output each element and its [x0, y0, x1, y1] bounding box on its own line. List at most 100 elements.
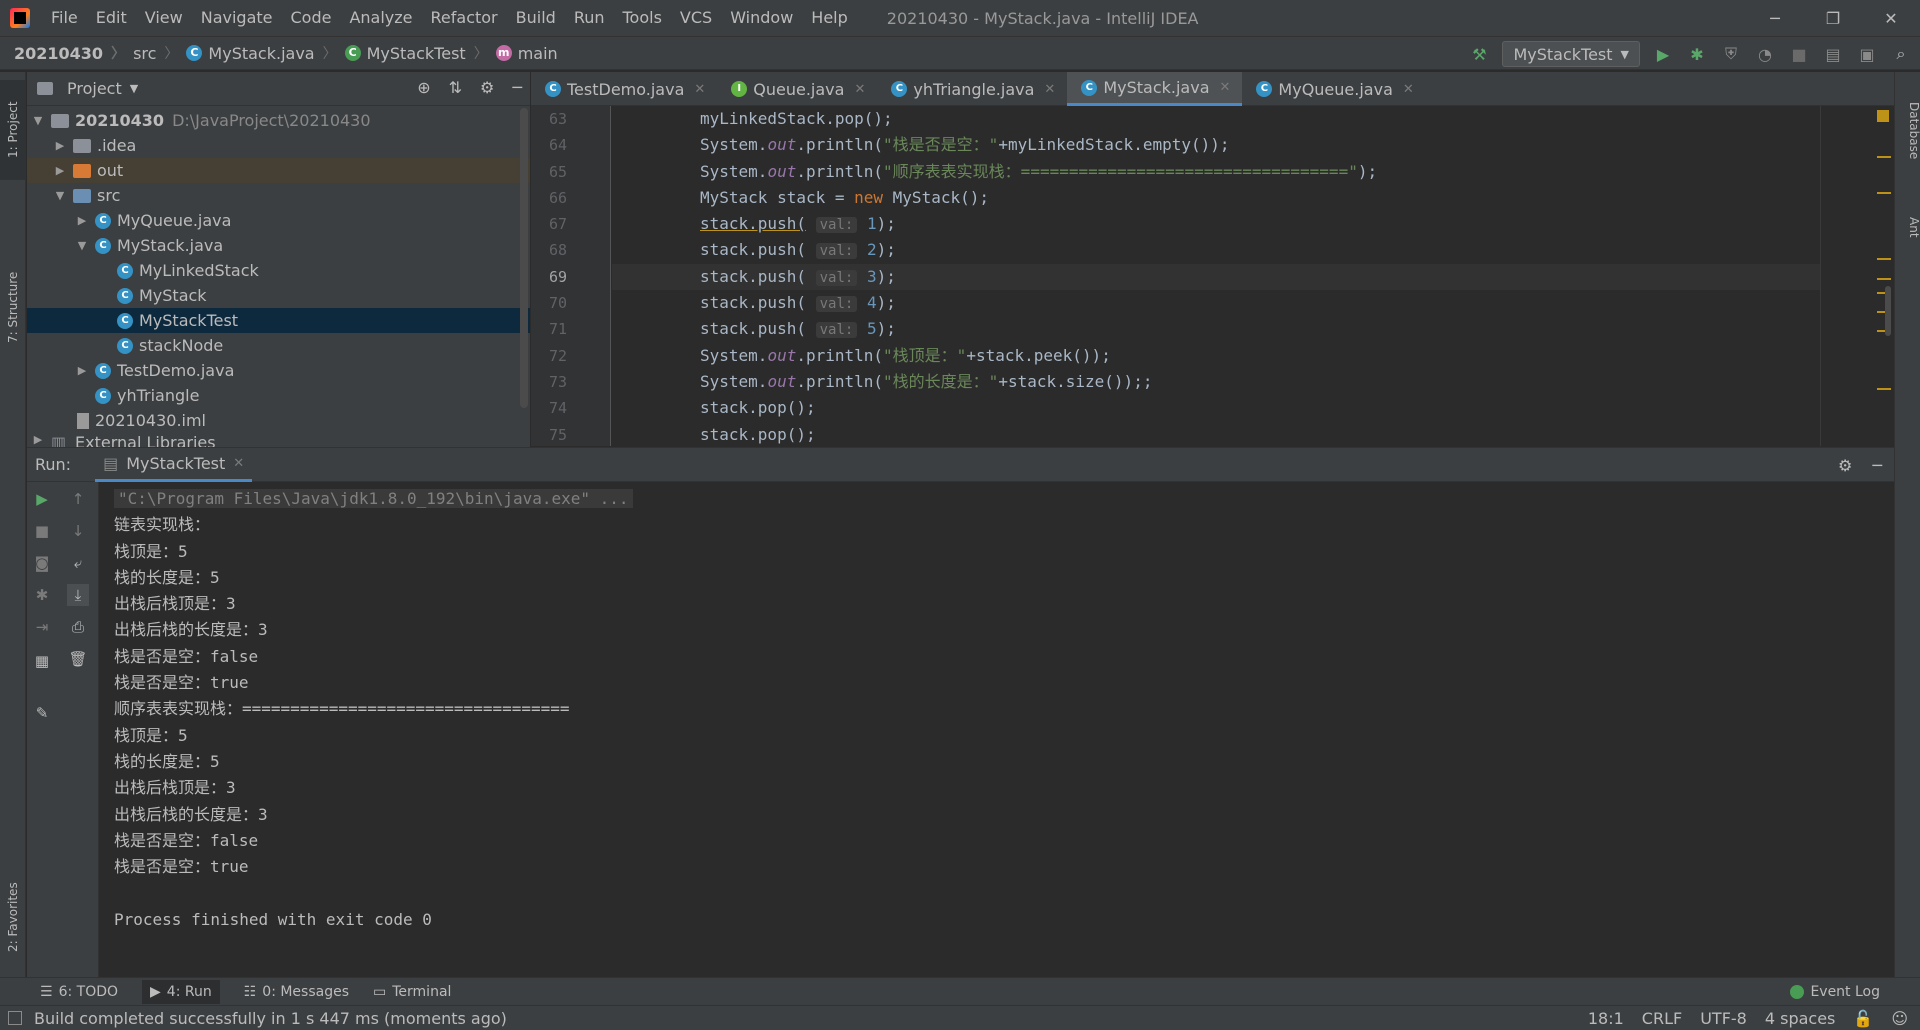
close-icon[interactable]: ✕	[1220, 80, 1231, 95]
breadcrumb-class[interactable]: C MyStackTest 〉	[337, 43, 488, 63]
console-output[interactable]: "C:\Program Files\Java\jdk1.8.0_192\bin\…	[100, 482, 1894, 977]
profile-icon[interactable]: ◔	[1754, 43, 1776, 65]
tree-item-mystack-class[interactable]: C MyStack	[27, 283, 530, 308]
tree-item-myqueue[interactable]: ▶ C MyQueue.java	[27, 208, 530, 233]
gear-icon[interactable]: ⚙	[480, 78, 494, 97]
run-config-select[interactable]: MyStackTest ▼	[1502, 41, 1640, 67]
tool-terminal[interactable]: ▭ Terminal	[373, 984, 451, 1000]
tab-testdemo[interactable]: C TestDemo.java ✕	[531, 72, 717, 106]
restore-layout-icon[interactable]: ⇥	[31, 616, 53, 638]
menu-file[interactable]: File	[42, 0, 87, 36]
status-toggle-icon[interactable]	[8, 1011, 22, 1025]
tree-item-idea[interactable]: ▶ .idea	[27, 133, 530, 158]
tool-event-log[interactable]: Event Log	[1790, 978, 1880, 1006]
tab-ant[interactable]: Ant	[1895, 202, 1920, 252]
menu-navigate[interactable]: Navigate	[192, 0, 282, 36]
tab-run-mystacktest[interactable]: ▤ MyStackTest ✕	[95, 448, 253, 482]
layout-icon[interactable]: ▣	[1856, 43, 1878, 65]
down-arrow-icon[interactable]: ↓	[67, 520, 89, 542]
tab-yhtriangle[interactable]: C yhTriangle.java ✕	[877, 72, 1067, 106]
tree-item-stacknode[interactable]: C stackNode	[27, 333, 530, 358]
pin-icon[interactable]: ✎	[31, 702, 53, 724]
search-icon[interactable]: ⌕	[1890, 43, 1912, 65]
restore-icon[interactable]: ❐	[1804, 0, 1862, 36]
tool-run[interactable]: ▶ 4: Run	[142, 979, 220, 1004]
menu-view[interactable]: View	[136, 0, 192, 36]
debug-icon[interactable]: ✱	[31, 584, 53, 606]
close-icon[interactable]: ✕	[1403, 82, 1414, 97]
tab-mystack[interactable]: C MyStack.java ✕	[1067, 72, 1243, 106]
up-arrow-icon[interactable]: ↑	[67, 488, 89, 510]
tree-item-iml[interactable]: 20210430.iml	[27, 408, 530, 433]
menu-tools[interactable]: Tools	[614, 0, 671, 36]
minimize-icon[interactable]: ─	[1746, 0, 1804, 36]
tool-messages[interactable]: ☷ 0: Messages	[244, 984, 349, 1000]
tab-favorites[interactable]: 2: Favorites	[0, 862, 26, 972]
scrollbar[interactable]	[520, 108, 528, 408]
line-separator[interactable]: CRLF	[1642, 1009, 1682, 1028]
tab-database[interactable]: Database	[1895, 86, 1920, 176]
tree-item-out[interactable]: ▶ out	[27, 158, 530, 183]
build-hammer-icon[interactable]: ⚒	[1468, 43, 1490, 65]
locate-icon[interactable]: ⊕	[417, 78, 430, 97]
layout-icon[interactable]: ▦	[31, 650, 53, 672]
stop-icon[interactable]: ■	[1788, 43, 1810, 65]
warning-mark[interactable]	[1877, 258, 1891, 260]
warning-mark[interactable]	[1877, 388, 1891, 390]
gear-icon[interactable]: ⚙	[1838, 456, 1852, 475]
run-icon[interactable]: ▶	[1652, 43, 1674, 65]
menu-code[interactable]: Code	[282, 0, 341, 36]
print-icon[interactable]: ⎙	[67, 616, 89, 638]
code-editor[interactable]: myLinkedStack.pop(); System.out.println(…	[612, 106, 1820, 446]
collapse-all-icon[interactable]: ⇅	[449, 78, 462, 97]
project-structure-icon[interactable]: ▤	[1822, 43, 1844, 65]
menu-refactor[interactable]: Refactor	[422, 0, 507, 36]
tree-item-root[interactable]: ▼ 20210430 D:\JavaProject\20210430	[27, 108, 530, 133]
caret-position[interactable]: 18:1	[1588, 1009, 1624, 1028]
indent-setting[interactable]: 4 spaces	[1765, 1009, 1836, 1028]
tool-todo[interactable]: ☰ 6: TODO	[40, 984, 118, 1000]
debug-icon[interactable]: ✱	[1686, 43, 1708, 65]
close-icon[interactable]: ✕	[694, 82, 705, 97]
close-icon[interactable]: ✕	[233, 456, 244, 471]
rerun-icon[interactable]: ▶	[31, 488, 53, 510]
lock-icon[interactable]: 🔓	[1853, 1009, 1873, 1028]
tab-myqueue[interactable]: C MyQueue.java ✕	[1242, 72, 1425, 106]
stop-icon[interactable]: ■	[31, 520, 53, 542]
tree-item-mylinkedstack[interactable]: C MyLinkedStack	[27, 258, 530, 283]
warning-mark[interactable]	[1877, 192, 1891, 194]
breadcrumb-method[interactable]: m main	[488, 44, 558, 63]
breadcrumb-file[interactable]: C MyStack.java 〉	[178, 43, 337, 63]
close-icon[interactable]: ✕	[1044, 82, 1055, 97]
tree-item-yhtriangle[interactable]: C yhTriangle	[27, 383, 530, 408]
menu-vcs[interactable]: VCS	[671, 0, 721, 36]
status-message[interactable]: Build completed successfully in 1 s 447 …	[34, 1009, 507, 1028]
menu-analyze[interactable]: Analyze	[340, 0, 421, 36]
breadcrumb-src[interactable]: src 〉	[125, 43, 178, 63]
menu-build[interactable]: Build	[507, 0, 565, 36]
tree-item-src[interactable]: ▼ src	[27, 183, 530, 208]
warning-mark[interactable]	[1877, 156, 1891, 158]
tree-item-mystacktest[interactable]: C MyStackTest	[27, 308, 530, 333]
tree-item-mystack[interactable]: ▼ C MyStack.java	[27, 233, 530, 258]
scroll-to-end-icon[interactable]: ⤓	[67, 584, 89, 606]
tab-structure[interactable]: 7: Structure	[0, 252, 26, 362]
menu-run[interactable]: Run	[565, 0, 614, 36]
trash-icon[interactable]: 🗑	[67, 648, 89, 670]
tab-queue[interactable]: I Queue.java ✕	[717, 72, 877, 106]
menu-window[interactable]: Window	[721, 0, 802, 36]
chevron-down-icon[interactable]: ▼	[130, 82, 138, 95]
warning-icon[interactable]	[1877, 110, 1889, 122]
close-icon[interactable]: ✕	[854, 82, 865, 97]
close-icon[interactable]: ✕	[1862, 0, 1920, 36]
menu-edit[interactable]: Edit	[87, 0, 136, 36]
tab-project[interactable]: 1: Project	[0, 80, 26, 180]
file-encoding[interactable]: UTF-8	[1700, 1009, 1747, 1028]
hide-icon[interactable]: ─	[512, 78, 522, 97]
hide-icon[interactable]: ─	[1872, 456, 1882, 475]
soft-wrap-icon[interactable]: ⤶	[67, 552, 89, 574]
coverage-icon[interactable]: ⛨	[1720, 43, 1742, 65]
inspector-icon[interactable]: ☺	[1891, 1009, 1908, 1028]
project-panel-title[interactable]: Project	[67, 79, 122, 98]
tree-item-testdemo[interactable]: ▶ C TestDemo.java	[27, 358, 530, 383]
